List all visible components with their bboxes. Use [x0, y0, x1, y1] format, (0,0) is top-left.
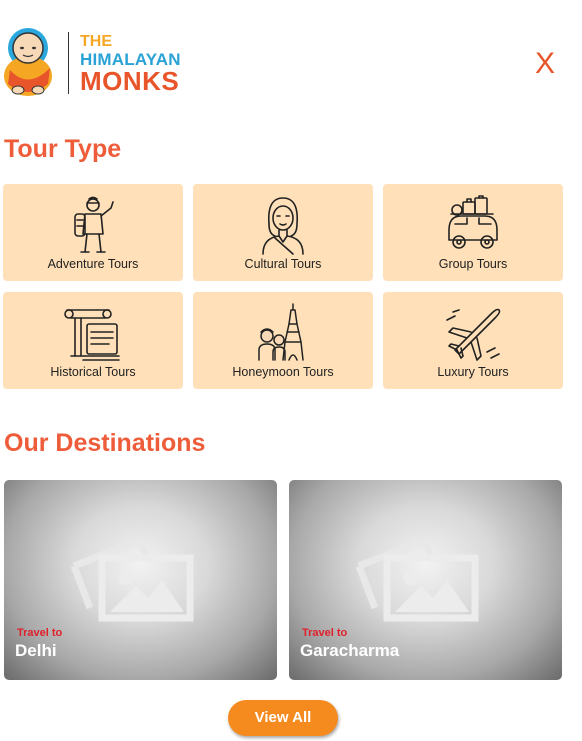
monk-mascot-icon	[4, 28, 52, 96]
tour-label: Luxury Tours	[437, 365, 509, 379]
logo-line-monks: MONKS	[80, 66, 180, 96]
image-placeholder-icon	[70, 536, 194, 622]
airplane-icon	[446, 308, 501, 361]
tour-card-group[interactable]: Group Tours	[383, 184, 563, 281]
tour-card-honeymoon[interactable]: Honeymoon Tours	[193, 292, 373, 389]
view-all-button[interactable]: View All	[228, 700, 338, 736]
tour-card-historical[interactable]: Historical Tours	[3, 292, 183, 389]
tour-card-adventure[interactable]: Adventure Tours	[3, 184, 183, 281]
image-placeholder-icon	[355, 536, 479, 622]
logo-line-the: THE	[80, 33, 112, 50]
hiker-icon	[74, 196, 114, 253]
logo-wordmark: THE HIMALAYAN MONKS	[80, 33, 181, 96]
scroll-column-icon	[64, 309, 120, 361]
destinations-heading: Our Destinations	[4, 429, 206, 457]
brand-logo[interactable]: THE HIMALAYAN MONKS	[2, 24, 202, 100]
destination-name: Delhi	[15, 641, 57, 660]
travel-to-label: Travel to	[302, 627, 348, 639]
couple-eiffel-icon	[258, 303, 304, 361]
logo-divider	[68, 32, 69, 94]
tour-label: Cultural Tours	[244, 257, 322, 271]
close-menu-button[interactable]: X	[530, 46, 560, 82]
tour-label: Honeymoon Tours	[232, 365, 334, 379]
tour-type-grid: Adventure Tours Cultural Tours Group Tou…	[3, 184, 564, 390]
tour-card-luxury[interactable]: Luxury Tours	[383, 292, 563, 389]
car-luggage-icon	[448, 195, 498, 249]
tour-label: Historical Tours	[50, 365, 136, 379]
destination-card-delhi[interactable]: Travel to Delhi	[4, 480, 277, 680]
header: THE HIMALAYAN MONKS X	[0, 0, 582, 110]
tour-card-cultural[interactable]: Cultural Tours	[193, 184, 373, 281]
tour-type-heading: Tour Type	[4, 135, 122, 163]
mobile-menu-page: THE HIMALAYAN MONKS X Tour Type Adventur…	[0, 0, 582, 741]
tour-label: Adventure Tours	[47, 257, 139, 271]
travel-to-label: Travel to	[17, 627, 63, 639]
destination-name: Garacharma	[300, 641, 400, 660]
woman-portrait-icon	[262, 197, 304, 255]
destination-card-garacharma[interactable]: Travel to Garacharma	[289, 480, 562, 680]
tour-label: Group Tours	[438, 257, 508, 271]
